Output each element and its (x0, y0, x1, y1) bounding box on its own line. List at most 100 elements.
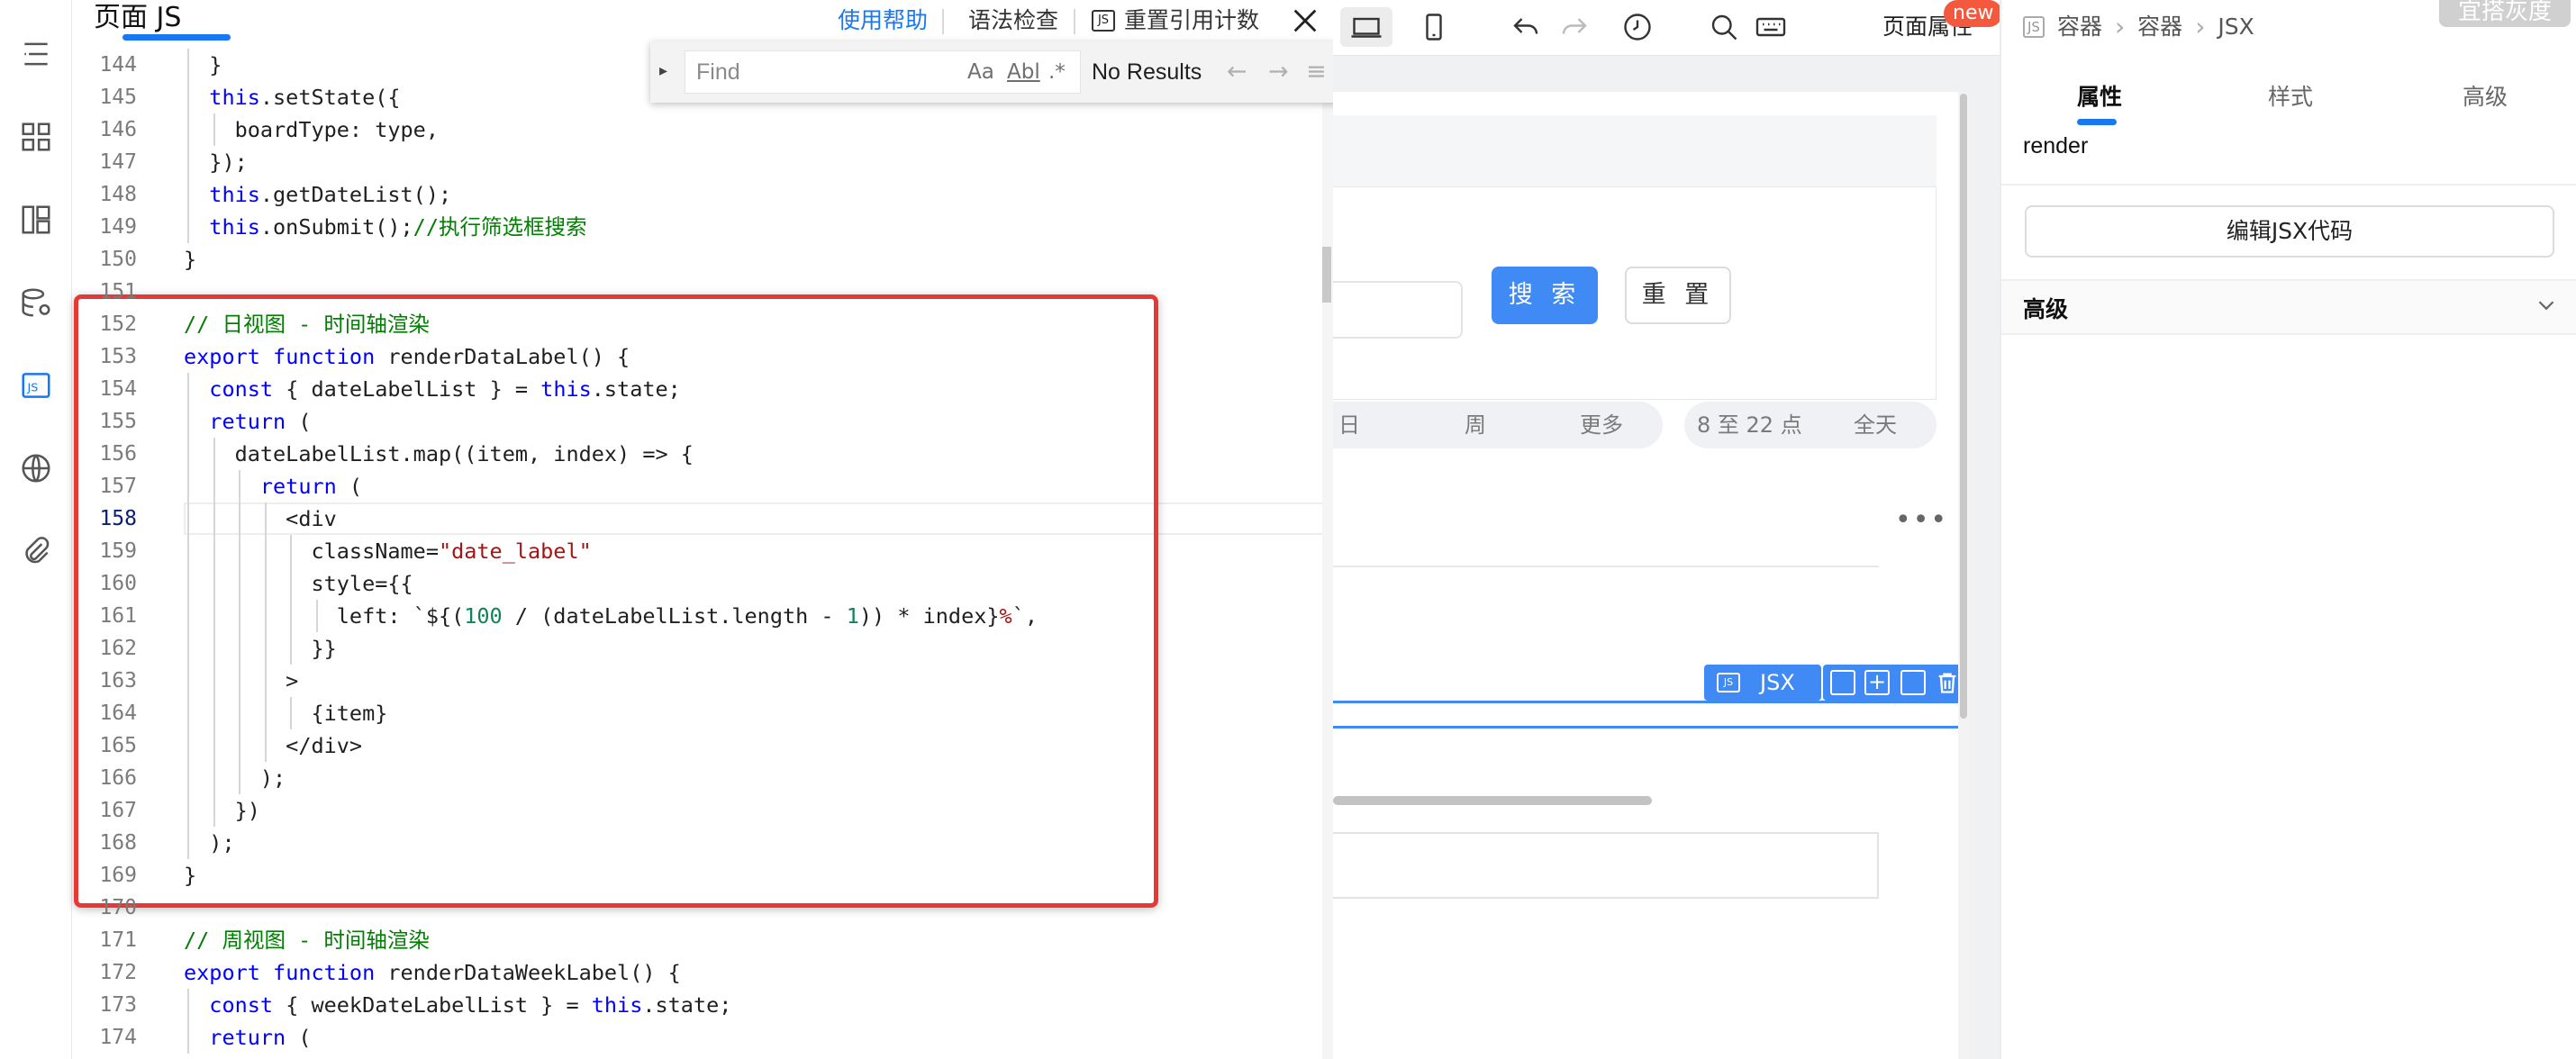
indent-guide (213, 470, 215, 502)
layout-icon[interactable] (9, 193, 63, 247)
close-icon[interactable] (1290, 5, 1320, 36)
help-link[interactable]: 使用帮助 (838, 0, 928, 41)
code-line[interactable]: > (184, 665, 298, 697)
indent-guide (213, 697, 215, 729)
js-box-icon: JS (1092, 10, 1115, 32)
line-number: 165 (99, 734, 137, 757)
canvas-vertical-scrollbar-thumb[interactable] (1960, 94, 1967, 719)
code-line[interactable]: } (184, 859, 196, 892)
attachment-icon[interactable] (9, 524, 63, 578)
desktop-view-icon[interactable] (1340, 7, 1392, 47)
segment-all-day[interactable]: 全天 (1854, 402, 1897, 448)
outline-tree-icon[interactable] (9, 27, 63, 81)
code-line[interactable]: </div> (184, 729, 362, 762)
properties-body (2001, 128, 2576, 1059)
code-line[interactable]: export function renderDataWeekLabel() { (184, 956, 681, 989)
code-line[interactable]: }} (184, 632, 336, 665)
undo-icon[interactable] (1506, 7, 1546, 47)
tab-attributes[interactable]: 属性 (2077, 79, 2122, 112)
match-case-toggle[interactable]: Aa (967, 52, 994, 92)
toggle-replace-chevron-icon[interactable]: ▸ (659, 61, 667, 80)
breadcrumb-item[interactable]: 容器 (2057, 0, 2102, 54)
selected-jsx-component-badge[interactable]: JS JSX (1704, 665, 1821, 701)
whole-word-toggle[interactable]: Abl (1007, 52, 1040, 92)
chevron-down-icon[interactable] (2533, 292, 2560, 319)
code-line[interactable]: <div (184, 502, 337, 535)
code-line[interactable]: left: `${(100 / (dateLabelList.length - … (184, 600, 1038, 632)
regex-toggle[interactable]: .* (1048, 52, 1066, 92)
keyboard-icon[interactable] (1751, 7, 1791, 47)
preview-reset-button[interactable]: 重 置 (1625, 267, 1731, 324)
indent-guide (187, 470, 189, 502)
line-number: 174 (99, 1026, 137, 1049)
preview-filter-input[interactable] (1333, 281, 1463, 339)
code-line[interactable]: className="date_label" (184, 535, 591, 567)
segment-week[interactable]: 周 (1465, 402, 1486, 448)
preview-horizontal-scrollbar[interactable] (1333, 796, 1652, 805)
code-line[interactable]: return ( (184, 405, 311, 438)
code-line[interactable]: ); (184, 827, 234, 859)
advanced-section-header[interactable] (2001, 281, 2576, 335)
selection-outline-top (1333, 701, 1969, 703)
code-line[interactable]: boardType: type, (184, 113, 439, 146)
code-line[interactable]: } (184, 49, 222, 81)
code-line[interactable]: } (184, 243, 196, 276)
line-number: 171 (99, 928, 137, 952)
page-js-icon[interactable]: JS (9, 358, 63, 412)
redo-icon[interactable] (1555, 7, 1594, 47)
tab-advanced[interactable]: 高级 (2463, 79, 2508, 112)
indent-guide (187, 81, 189, 113)
code-line[interactable]: this.onSubmit();//执行筛选框搜索 (184, 211, 586, 243)
editor-header: 页面 JS 使用帮助 语法检查 JS 重置引用计数 (72, 0, 1333, 41)
editor-scrollbar-thumb[interactable] (1322, 247, 1331, 303)
globe-icon[interactable] (9, 441, 63, 495)
find-in-selection-icon[interactable]: ≡ (1306, 52, 1327, 92)
properties-panel: JS 容器 › 容器 › JSX 属性 样式 高级 render 编辑JSX代码… (2000, 0, 2576, 1059)
code-line[interactable]: dateLabelList.map((item, index) => { (184, 438, 694, 470)
next-match-arrow-icon[interactable]: → (1268, 52, 1289, 92)
code-line[interactable]: this.setState({ (184, 81, 400, 113)
data-source-icon[interactable] (9, 276, 63, 330)
code-line[interactable]: style={{ (184, 567, 413, 600)
edit-jsx-code-button[interactable]: 编辑JSX代码 (2025, 205, 2554, 258)
mobile-view-icon[interactable] (1414, 7, 1454, 47)
history-clock-icon[interactable] (1618, 7, 1657, 47)
code-line[interactable]: }); (184, 146, 247, 178)
line-number: 157 (99, 475, 137, 498)
editor-scrollbar[interactable] (1322, 41, 1333, 1059)
lint-button[interactable]: 语法检查 (968, 0, 1058, 41)
previous-match-arrow-icon[interactable]: ← (1227, 52, 1247, 92)
indent-guide (264, 697, 267, 729)
copy-icon[interactable] (1900, 670, 1926, 695)
code-line[interactable]: return ( (184, 1021, 311, 1054)
breadcrumb-item[interactable]: JSX (2218, 0, 2254, 54)
segment-more[interactable]: 更多 (1580, 402, 1623, 448)
code-line[interactable]: const { weekDateLabelList } = this.state… (184, 989, 731, 1021)
line-number: 170 (99, 896, 137, 919)
code-line[interactable]: this.getDateList(); (184, 178, 451, 211)
code-line[interactable]: ); (184, 762, 286, 794)
add-icon[interactable]: + (1864, 670, 1890, 695)
code-line[interactable]: const { dateLabelList } = this.state; (184, 373, 681, 405)
delete-trash-icon[interactable] (1935, 670, 1960, 695)
more-options-icon[interactable]: ••• (1895, 504, 1948, 536)
preview-search-button[interactable]: 搜 索 (1492, 267, 1598, 324)
add-before-icon[interactable] (1830, 670, 1855, 695)
code-line[interactable]: export function renderDataLabel() { (184, 340, 630, 373)
code-line[interactable]: }) (184, 794, 260, 827)
segment-time-range[interactable]: 8 至 22 点 (1697, 402, 1802, 448)
indent-guide (213, 794, 215, 827)
recount-button[interactable]: 重置引用计数 (1124, 0, 1259, 41)
line-number: 144 (99, 53, 137, 77)
breadcrumb-item[interactable]: 容器 (2137, 0, 2182, 54)
segment-day[interactable]: 日 (1338, 402, 1360, 448)
tab-styles[interactable]: 样式 (2268, 79, 2313, 112)
code-line[interactable]: // 周视图 - 时间轴渲染 (184, 924, 430, 956)
components-grid-icon[interactable] (9, 110, 63, 164)
search-icon[interactable] (1704, 7, 1744, 47)
breadcrumb: JS 容器 › 容器 › JSX (2023, 0, 2254, 54)
selection-outline-bottom (1333, 726, 1969, 729)
code-line[interactable]: // 日视图 - 时间轴渲染 (184, 308, 430, 340)
indent-guide (239, 567, 241, 600)
code-line[interactable]: return ( (184, 470, 362, 502)
